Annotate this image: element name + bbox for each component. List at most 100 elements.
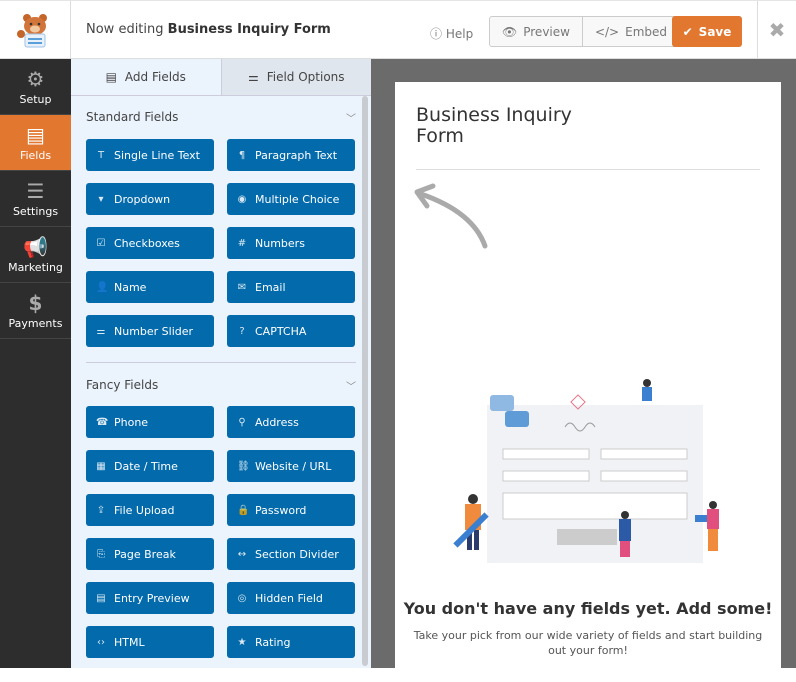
builder-sidebar: ⚙ Setup ▤ Fields ☰ Settings 📢 Marketing $ Pay… <box>0 59 71 668</box>
field-button-email[interactable]: ✉ Email <box>227 271 355 303</box>
dollar-icon: $ <box>28 290 43 315</box>
sliders-icon: ☰ <box>26 178 45 203</box>
single-line-text-icon: T <box>97 149 105 161</box>
field-button-label: Name <box>114 280 147 294</box>
website-url-icon: ⛓ <box>237 460 250 472</box>
field-button-phone[interactable]: ☎ Phone <box>86 406 214 438</box>
field-button-label: Numbers <box>255 236 305 250</box>
chevron-down-icon[interactable]: ﹀ <box>346 378 356 393</box>
numbers-icon: # <box>237 237 247 249</box>
field-button-numbers[interactable]: # Numbers <box>227 227 355 259</box>
email-icon: ✉ <box>237 281 247 293</box>
fancy-fields-heading[interactable]: Fancy Fields <box>86 378 158 392</box>
embed-button[interactable]: </> Embed <box>581 17 679 46</box>
field-button-number-slider[interactable]: ⚌ Number Slider <box>86 315 214 347</box>
help-icon: ⓘ <box>430 27 443 41</box>
phone-icon: ☎ <box>96 416 109 428</box>
field-button-label: Page Break <box>114 547 176 561</box>
field-button-name[interactable]: 👤 Name <box>86 271 214 303</box>
field-button-rating[interactable]: ★ Rating <box>227 626 355 658</box>
wpforms-logo <box>0 1 71 59</box>
field-button-label: File Upload <box>114 503 175 517</box>
field-button-multiple-choice[interactable]: ◉ Multiple Choice <box>227 183 355 215</box>
paragraph-text-icon: ¶ <box>238 149 246 161</box>
help-link[interactable]: ⓘ Help <box>430 25 473 42</box>
hidden-field-icon: ◎ <box>237 592 247 604</box>
date-time-icon: ▦ <box>96 460 106 472</box>
sliders-icon: ⚌ <box>247 70 259 84</box>
save-button[interactable]: ✔ Save <box>672 16 742 47</box>
field-button-entry-preview[interactable]: ▤ Entry Preview <box>86 582 214 614</box>
code-icon: </> <box>594 24 620 39</box>
form-preview-card: Business Inquiry Form You don't have any… <box>395 82 781 682</box>
curved-arrow-icon <box>414 183 488 249</box>
scrollbar[interactable] <box>362 96 368 666</box>
preview-button[interactable]: 👁 Preview <box>490 17 582 46</box>
sidebar-item-setup[interactable]: ⚙ Setup <box>0 59 71 115</box>
standard-fields-heading[interactable]: Standard Fields <box>86 110 178 124</box>
multiple-choice-icon: ◉ <box>237 193 247 205</box>
checkboxes-icon: ☑ <box>96 237 106 249</box>
field-button-file-upload[interactable]: ⇪ File Upload <box>86 494 214 526</box>
field-button-label: Checkboxes <box>114 236 180 250</box>
field-button-label: HTML <box>114 635 145 649</box>
sidebar-item-marketing[interactable]: 📢 Marketing <box>0 227 71 283</box>
form-name: Business Inquiry Form <box>167 22 331 37</box>
field-button-date-time[interactable]: ▦ Date / Time <box>86 450 214 482</box>
address-icon: ⚲ <box>238 416 246 428</box>
title-divider <box>416 169 760 170</box>
field-button-section-divider[interactable]: ↔ Section Divider <box>227 538 355 570</box>
field-button-page-break[interactable]: ⎘ Page Break <box>86 538 214 570</box>
tab-field-options[interactable]: ⚌ Field Options <box>220 59 371 95</box>
empty-state-heading: You don't have any fields yet. Add some! <box>403 599 773 618</box>
name-icon: 👤 <box>96 281 109 293</box>
form-title: Business Inquiry Form <box>416 104 572 147</box>
sidebar-item-fields[interactable]: ▤ Fields <box>0 115 71 171</box>
field-button-label: Password <box>255 503 307 517</box>
field-button-dropdown[interactable]: ▾ Dropdown <box>86 183 214 215</box>
field-button-label: Date / Time <box>114 459 178 473</box>
field-button-label: CAPTCHA <box>255 324 307 338</box>
list-icon: ▤ <box>105 70 117 84</box>
field-button-hidden-field[interactable]: ◎ Hidden Field <box>227 582 355 614</box>
tab-add-fields[interactable]: ▤ Add Fields <box>71 59 221 95</box>
empty-state-text: Take your pick from our wide variety of … <box>413 629 763 657</box>
fields-panel: ▤ Add Fields ⚌ Field Options Standard Fiel… <box>71 59 371 668</box>
field-button-website-url[interactable]: ⛓ Website / URL <box>227 450 355 482</box>
field-button-label: Rating <box>255 635 291 649</box>
field-button-password[interactable]: 🔒 Password <box>227 494 355 526</box>
field-button-captcha[interactable]: ? CAPTCHA <box>227 315 355 347</box>
field-button-paragraph-text[interactable]: ¶ Paragraph Text <box>227 139 355 171</box>
top-bar: Now editing Business Inquiry Form ⓘ Help… <box>0 0 796 59</box>
field-button-label: Multiple Choice <box>255 192 340 206</box>
field-button-label: Number Slider <box>114 324 194 338</box>
close-icon: ✖ <box>768 18 786 42</box>
file-upload-icon: ⇪ <box>96 504 106 516</box>
list-icon: ▤ <box>26 122 45 147</box>
megaphone-icon: 📢 <box>23 234 48 259</box>
section-divider <box>86 362 356 363</box>
field-button-label: Email <box>255 280 286 294</box>
field-button-label: Paragraph Text <box>255 148 338 162</box>
form-preview-area: Business Inquiry Form You don't have any… <box>371 59 796 682</box>
eye-icon: 👁 <box>502 24 518 39</box>
field-button-label: Section Divider <box>255 547 339 561</box>
sidebar-item-payments[interactable]: $ Payments <box>0 283 71 339</box>
field-button-single-line-text[interactable]: T Single Line Text <box>86 139 214 171</box>
field-button-address[interactable]: ⚲ Address <box>227 406 355 438</box>
section-divider-icon: ↔ <box>237 548 247 560</box>
entry-preview-icon: ▤ <box>96 592 106 604</box>
close-button[interactable]: ✖ <box>757 1 796 59</box>
captcha-icon: ? <box>239 325 245 337</box>
field-button-checkboxes[interactable]: ☑ Checkboxes <box>86 227 214 259</box>
html-icon: ‹› <box>97 636 105 648</box>
chevron-down-icon[interactable]: ﹀ <box>346 110 356 125</box>
field-button-label: Phone <box>114 415 149 429</box>
field-button-html[interactable]: ‹› HTML <box>86 626 214 658</box>
sidebar-item-settings[interactable]: ☰ Settings <box>0 171 71 227</box>
editing-title: Now editing Business Inquiry Form <box>86 22 331 37</box>
field-button-label: Website / URL <box>255 459 332 473</box>
gear-icon: ⚙ <box>26 66 45 91</box>
password-icon: 🔒 <box>237 504 250 516</box>
field-button-label: Entry Preview <box>114 591 190 605</box>
